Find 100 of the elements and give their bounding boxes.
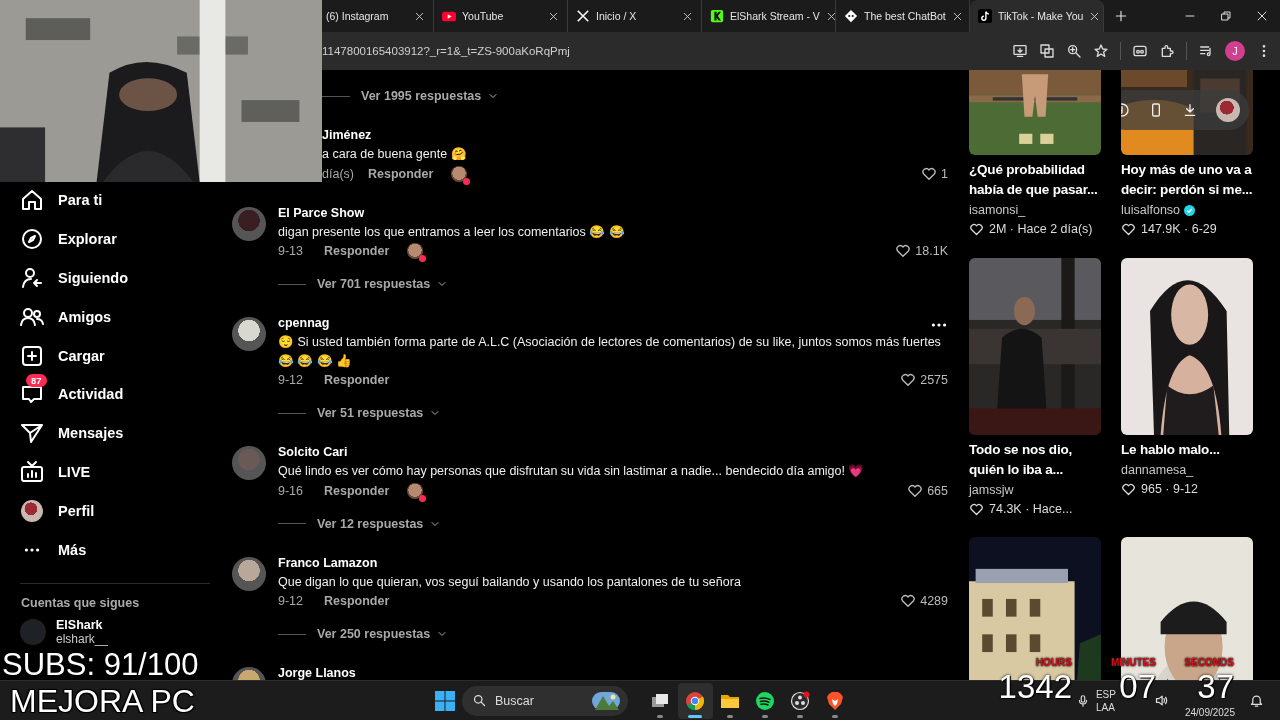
extension-icon xyxy=(1132,43,1148,59)
view-replies-link[interactable]: Ver 12 respuestas xyxy=(317,516,424,531)
view-replies-link[interactable]: Ver 701 respuestas xyxy=(317,277,431,291)
profile-button[interactable]: J xyxy=(1225,41,1245,61)
x-icon xyxy=(576,9,590,23)
comment-author[interactable]: El Parce Show xyxy=(278,203,365,223)
video-author[interactable]: jamssjw xyxy=(969,479,1014,500)
install-icon xyxy=(1012,43,1028,59)
video-stats: 965 · 9-12 xyxy=(1141,480,1198,498)
view-replies-link[interactable]: Ver 51 respuestas xyxy=(317,406,424,420)
puzzle-icon xyxy=(1159,43,1175,59)
kick-icon xyxy=(710,9,724,23)
search-icon xyxy=(472,693,487,708)
video-author[interactable]: isamonsi_ xyxy=(969,200,1026,220)
taskbar-app[interactable] xyxy=(677,682,713,719)
search-field[interactable]: Buscar xyxy=(462,685,628,716)
avatar[interactable] xyxy=(232,317,266,351)
spotify-icon xyxy=(755,690,775,711)
comment-date: 9-12 xyxy=(278,373,305,387)
comment-author[interactable]: Franco Lamazon xyxy=(278,553,378,573)
section-title: Cuentas que sigues xyxy=(20,595,141,610)
video-title[interactable]: ¿Qué probabilidad había de que pasar... xyxy=(969,160,1101,200)
reply-link[interactable]: Responder xyxy=(324,483,390,498)
browser-tab[interactable]: TikTok - Make You xyxy=(970,0,1104,32)
view-replies-link[interactable]: Ver 250 respuestas xyxy=(317,627,431,641)
sidebar-item[interactable]: LIVE xyxy=(0,452,230,492)
send-icon xyxy=(20,421,44,446)
sidebar-item[interactable]: 87 Actividad xyxy=(0,375,230,414)
notification-count: 87 xyxy=(26,374,47,388)
sidebar-item[interactable]: Siguiendo xyxy=(0,258,230,298)
restore-icon xyxy=(1220,10,1232,22)
comment-date: 9-13 xyxy=(278,244,305,258)
sidebar-item[interactable]: Mensajes xyxy=(0,413,230,453)
address-bar[interactable]: 1147800165403912?_r=1&_t=ZS-900aKoRqPmj xyxy=(322,45,570,57)
video-title[interactable]: Todo se nos dio, quién lo iba a... xyxy=(969,439,1101,480)
play-icon xyxy=(442,9,456,23)
like-button[interactable]: 665 xyxy=(907,482,948,499)
record-icon xyxy=(790,690,810,711)
heart-icon xyxy=(907,482,924,499)
timer-label: SECONDS xyxy=(1184,657,1234,669)
comment-author[interactable]: Jorge Llanos xyxy=(278,664,356,680)
comment-text: Qué lindo es ver cómo hay personas que disfrutan su vida sin lastimar a nadie... bendecido día amigo! 💗 xyxy=(278,463,866,480)
close-icon xyxy=(1089,10,1101,22)
zoom-icon xyxy=(1066,43,1082,59)
upload-icon xyxy=(20,343,44,368)
view-replies-link[interactable]: Ver 1995 respuestas xyxy=(361,89,482,103)
download-icon xyxy=(1182,102,1198,118)
heart-icon xyxy=(969,222,984,237)
chrome-icon xyxy=(685,690,705,711)
video-author[interactable]: dannamesa_ xyxy=(1121,459,1194,480)
avatar[interactable] xyxy=(232,556,266,591)
sidebar-item[interactable]: Cargar xyxy=(0,336,230,375)
comment-text: a cara de buena gente 🤗 xyxy=(322,146,468,163)
playlist-icon xyxy=(1198,43,1214,59)
close-icon xyxy=(682,10,693,22)
reply-link[interactable]: Responder xyxy=(324,594,390,608)
language-indicator[interactable]: ESP xyxy=(1095,687,1116,701)
close-icon xyxy=(1256,10,1268,22)
comment-date: 9-16 xyxy=(278,483,305,498)
like-button[interactable]: 18.1K xyxy=(895,243,948,259)
comment-author[interactable]: Solcito Cari xyxy=(278,443,348,462)
sidebar-item[interactable]: Más xyxy=(0,530,230,569)
chat-icon xyxy=(844,9,858,23)
heart-icon xyxy=(1121,481,1136,497)
video-author[interactable]: luisalfonso xyxy=(1121,200,1181,220)
banner-text: MEJORA PC xyxy=(10,683,195,720)
like-button[interactable]: 1 xyxy=(921,165,948,182)
sidebar-item[interactable]: Amigos xyxy=(0,297,230,337)
sidebar-item[interactable]: Perfil xyxy=(0,491,230,531)
heart-icon xyxy=(900,593,917,609)
subscriber-goal: SUBS: 91/100 xyxy=(2,647,199,683)
video-title[interactable]: Hoy más de uno va a decir: perdón si me... xyxy=(1121,160,1253,200)
volume-icon xyxy=(1153,693,1169,708)
more-icon[interactable] xyxy=(930,323,948,327)
comment-text: 😌 Si usted también forma parte de A.L.C (Asociación de lectores de comentarios) de su like, juntos somos más fuertes😂 😂 😂 👍 xyxy=(278,334,942,370)
clock-date[interactable]: 24/09/2025 xyxy=(1184,706,1235,720)
sidebar-item[interactable]: Para ti xyxy=(0,181,230,220)
keyboard-layout[interactable]: LAA xyxy=(1095,700,1116,714)
heart-icon xyxy=(921,165,938,182)
reply-link[interactable]: Responder xyxy=(324,373,390,387)
heart-icon xyxy=(1121,222,1136,237)
account-item[interactable]: ElShark elshark__ xyxy=(0,617,230,646)
sidebar-item[interactable]: Explorar xyxy=(0,219,230,259)
avatar xyxy=(21,499,43,522)
comment-author[interactable]: cpennag xyxy=(278,314,330,333)
close-icon xyxy=(414,10,425,22)
close-icon xyxy=(548,10,559,22)
like-button[interactable]: 4289 xyxy=(900,593,948,609)
following-icon xyxy=(20,266,44,290)
comment-author[interactable]: Jiménez xyxy=(322,126,372,145)
plus-icon xyxy=(1114,9,1128,23)
video-title[interactable]: Le hablo malo... xyxy=(1121,439,1253,460)
bell-icon xyxy=(1249,693,1264,708)
avatar[interactable] xyxy=(1216,98,1240,122)
like-button[interactable]: 2575 xyxy=(900,372,948,388)
video-stats: 74.3K · Hace... xyxy=(989,500,1073,518)
video-stats: 147.9K · 6-29 xyxy=(1141,221,1217,238)
reply-link[interactable]: Responder xyxy=(368,166,434,181)
reply-link[interactable]: Responder xyxy=(324,244,390,258)
comment-date: día(s) xyxy=(322,166,355,181)
